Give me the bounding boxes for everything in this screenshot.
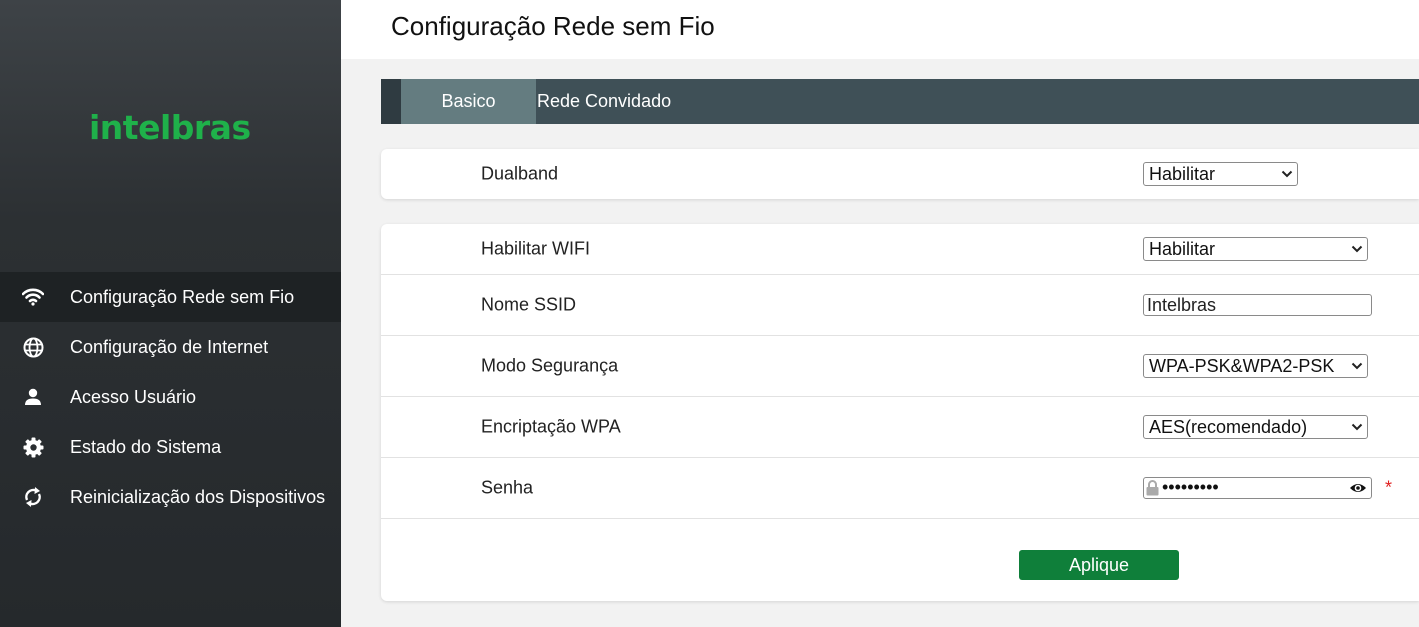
wifi-icon xyxy=(22,286,44,308)
page-title: Configuração Rede sem Fio xyxy=(391,11,715,41)
dualband-row: Dualband Habilitar xyxy=(381,149,1419,199)
dualband-card: Dualband Habilitar xyxy=(381,149,1419,199)
intelbras-logo: intelbras xyxy=(89,108,251,147)
password-label: Senha xyxy=(481,477,534,498)
eye-icon[interactable] xyxy=(1349,481,1367,500)
wifi-enable-select[interactable]: Habilitar xyxy=(1143,237,1368,261)
globe-icon xyxy=(22,336,44,358)
refresh-icon xyxy=(22,486,44,508)
wifi-settings-card: Habilitar WIFI Habilitar Nome SSID Intel… xyxy=(381,224,1419,601)
chevron-down-icon xyxy=(1351,416,1363,438)
security-mode-select-value: WPA-PSK&WPA2-PSK xyxy=(1149,356,1335,376)
chevron-down-icon xyxy=(1281,163,1293,185)
gear-icon xyxy=(22,436,44,458)
sidebar-nav: Configuração Rede sem Fio Configuração d… xyxy=(0,272,341,522)
user-icon xyxy=(22,386,44,408)
dualband-select-value: Habilitar xyxy=(1149,164,1216,184)
apply-button[interactable]: Aplique xyxy=(1019,550,1179,580)
encryption-row: Encriptação WPA AES(recomendado) xyxy=(381,397,1419,458)
password-input[interactable]: ••••••••• xyxy=(1143,477,1372,499)
sidebar: intelbras Configuração Rede sem Fio Conf… xyxy=(0,0,341,627)
encryption-label: Encriptação WPA xyxy=(481,416,621,437)
wifi-enable-select-value: Habilitar xyxy=(1149,239,1216,259)
page-header: Configuração Rede sem Fio xyxy=(341,0,1419,59)
sidebar-item-wireless[interactable]: Configuração Rede sem Fio xyxy=(0,272,341,322)
sidebar-item-label: Acesso Usuário xyxy=(70,386,197,407)
wifi-enable-label: Habilitar WIFI xyxy=(481,238,591,259)
sidebar-item-label: Configuração Rede sem Fio xyxy=(70,286,295,307)
tab-rede-convidado[interactable]: Rede Convidado xyxy=(537,79,671,124)
sidebar-item-label: Estado do Sistema xyxy=(70,436,222,457)
sidebar-item-label: Configuração de Internet xyxy=(70,336,269,357)
tab-bar: Basico Rede Convidado xyxy=(381,79,1419,124)
security-mode-row: Modo Segurança WPA-PSK&WPA2-PSK xyxy=(381,336,1419,397)
ssid-input[interactable]: Intelbras xyxy=(1143,294,1372,316)
password-masked-value: ••••••••• xyxy=(1162,477,1219,497)
sidebar-item-internet[interactable]: Configuração de Internet xyxy=(0,322,341,372)
sidebar-item-user-access[interactable]: Acesso Usuário xyxy=(0,372,341,422)
sidebar-item-system-status[interactable]: Estado do Sistema xyxy=(0,422,341,472)
sidebar-item-reboot[interactable]: Reinicialização dos Dispositivos xyxy=(0,472,341,522)
dualband-select[interactable]: Habilitar xyxy=(1143,162,1298,186)
dualband-label: Dualband xyxy=(481,163,559,184)
security-mode-select[interactable]: WPA-PSK&WPA2-PSK xyxy=(1143,354,1368,378)
required-mark: * xyxy=(1385,477,1393,498)
ssid-row: Nome SSID Intelbras xyxy=(381,275,1419,336)
chevron-down-icon xyxy=(1351,355,1363,377)
security-mode-label: Modo Segurança xyxy=(481,355,619,376)
encryption-select-value: AES(recomendado) xyxy=(1149,417,1308,437)
lock-icon xyxy=(1146,480,1159,501)
sidebar-item-label: Reinicialização dos Dispositivos xyxy=(70,486,326,507)
tab-basico[interactable]: Basico xyxy=(401,79,536,124)
chevron-down-icon xyxy=(1351,238,1363,260)
wifi-enable-row: Habilitar WIFI Habilitar xyxy=(381,224,1419,275)
encryption-select[interactable]: AES(recomendado) xyxy=(1143,415,1368,439)
password-row: Senha ••••••••• * xyxy=(381,458,1419,519)
ssid-label: Nome SSID xyxy=(481,294,577,315)
